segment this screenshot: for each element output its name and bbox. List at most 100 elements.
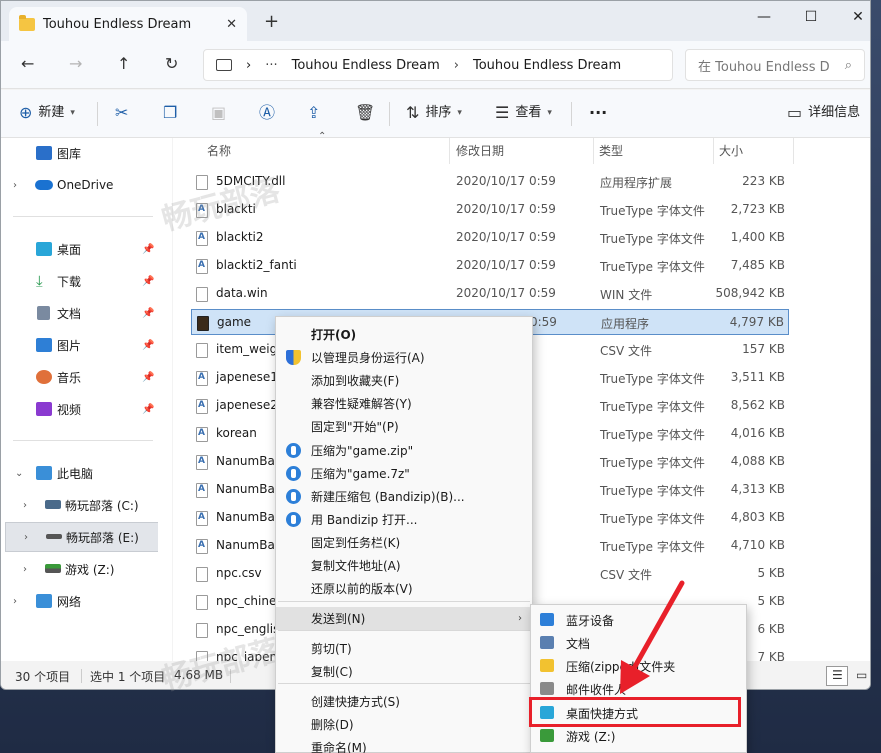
new-button[interactable]: ⊕ 新建 ▾	[19, 104, 75, 122]
sidebar-item-network[interactable]: › 网络	[1, 587, 159, 615]
context-menu-item[interactable]: 删除(D)	[276, 713, 532, 736]
copy-icon: ❐	[163, 103, 178, 122]
sidebar-item-drive-c[interactable]: › 畅玩部落 (C:)	[1, 491, 159, 519]
search-input[interactable]: 在 Touhou Endless D ⌕	[685, 49, 865, 81]
file-name: korean	[216, 426, 257, 440]
minimize-button[interactable]: —	[741, 7, 787, 27]
column-divider[interactable]	[593, 138, 594, 164]
context-menu-item[interactable]: 固定到"开始"(P)	[276, 415, 532, 438]
sidebar-item-drive-z[interactable]: › 游戏 (Z:)	[1, 555, 159, 583]
breadcrumb-item[interactable]: Touhou Endless Dream	[292, 58, 440, 73]
new-tab-button[interactable]: +	[264, 13, 279, 31]
column-header-date[interactable]: 修改日期	[456, 142, 504, 159]
context-menu-item[interactable]: 还原以前的版本(V)	[276, 577, 532, 600]
onedrive-icon	[35, 180, 53, 190]
sidebar-item-desktop[interactable]: 桌面 📌	[1, 235, 159, 263]
file-type: CSV 文件	[600, 344, 653, 358]
tiles-view-button[interactable]: ▭	[850, 666, 870, 686]
context-menu-item[interactable]: 剪切(T)	[276, 637, 532, 660]
send-to-item-label: 压缩(zipped)文件夹	[566, 660, 676, 674]
share-button[interactable]: ⇪	[307, 104, 326, 122]
context-menu-item[interactable]: 以管理员身份运行(A)	[276, 346, 532, 369]
address-overflow[interactable]: ···	[265, 58, 277, 73]
file-type: TrueType 字体文件	[600, 372, 705, 386]
sidebar-item-this-pc[interactable]: ⌄ 此电脑	[1, 459, 159, 487]
context-menu-item[interactable]: 复制(C)	[276, 660, 532, 683]
pin-icon[interactable]: 📌	[142, 372, 154, 383]
column-header-size[interactable]: 大小	[719, 142, 743, 159]
paste-button[interactable]: ▣	[211, 104, 232, 122]
context-menu-item[interactable]: 兼容性疑难解答(Y)	[276, 392, 532, 415]
breadcrumb-item[interactable]: Touhou Endless Dream	[473, 58, 621, 73]
zip-folder-icon	[540, 659, 554, 672]
send-to-item[interactable]: 压缩(zipped)文件夹	[531, 654, 746, 677]
sidebar-item-pictures[interactable]: 图片 📌	[1, 331, 159, 359]
sort-button[interactable]: ⇅ 排序 ▾	[406, 104, 462, 122]
sidebar-item-music[interactable]: 音乐 📌	[1, 363, 159, 391]
close-window-button[interactable]: ✕	[835, 7, 870, 27]
pin-icon[interactable]: 📌	[142, 276, 154, 287]
file-name: data.win	[216, 286, 268, 300]
file-icon	[196, 567, 208, 582]
context-menu-item[interactable]: 添加到收藏夹(F)	[276, 369, 532, 392]
send-to-item[interactable]: 游戏 (Z:)	[531, 724, 746, 747]
send-to-item[interactable]: 蓝牙设备	[531, 608, 746, 631]
file-size: 6 KB	[757, 622, 785, 636]
maximize-button[interactable]: ☐	[788, 7, 834, 27]
file-row[interactable]: 5DMCITY.dll 2020/10/17 0:59 应用程序扩展 223 KB	[191, 169, 789, 195]
context-menu-item[interactable]: 发送到(N) ›	[276, 607, 532, 630]
sidebar-item-drive-e[interactable]: › 畅玩部落 (E:)	[5, 522, 159, 552]
back-button[interactable]: ←	[21, 54, 34, 74]
copy-button[interactable]: ❐	[163, 104, 183, 122]
file-size: 4,803 KB	[730, 510, 785, 524]
pictures-icon	[36, 338, 52, 352]
pin-icon[interactable]: 📌	[142, 404, 154, 415]
sidebar-item-documents[interactable]: 文档 📌	[1, 299, 159, 327]
column-header-name[interactable]: 名称	[207, 142, 231, 159]
column-divider[interactable]	[449, 138, 450, 164]
column-divider[interactable]	[793, 138, 794, 164]
address-bar[interactable]: › ··· Touhou Endless Dream › Touhou Endl…	[203, 49, 673, 81]
menu-item-label: 复制(C)	[311, 665, 353, 679]
context-menu-item[interactable]: 压缩为"game.zip"	[276, 439, 532, 462]
delete-button[interactable]: 🗑	[355, 104, 381, 122]
column-header-type[interactable]: 类型	[599, 142, 623, 159]
more-button[interactable]: ···	[589, 104, 607, 122]
file-row[interactable]: blackti2 2020/10/17 0:59 TrueType 字体文件 1,40…	[191, 225, 789, 251]
context-menu-item[interactable]: 新建压缩包 (Bandizip)(B)...	[276, 485, 532, 508]
details-button[interactable]: ▭ 详细信息	[787, 104, 860, 122]
rename-icon: Ⓐ	[259, 103, 276, 122]
sidebar-item-label: 文档	[57, 306, 82, 321]
context-menu-item[interactable]: 打开(O)	[276, 323, 532, 346]
documents-icon	[37, 306, 50, 320]
context-menu-item[interactable]: 用 Bandizip 打开...	[276, 508, 532, 531]
refresh-button[interactable]: ↻	[165, 54, 178, 74]
cut-button[interactable]: ✂	[115, 104, 134, 122]
context-menu-item[interactable]: 重命名(M)	[276, 736, 532, 753]
up-button[interactable]: ↑	[117, 54, 130, 74]
sidebar-item-gallery[interactable]: 图库	[1, 139, 159, 167]
file-row[interactable]: data.win 2020/10/17 0:59 WIN 文件 508,942 KB	[191, 281, 789, 307]
forward-button[interactable]: →	[69, 54, 82, 74]
context-menu-item[interactable]: 复制文件地址(A)	[276, 554, 532, 577]
tab-close-icon[interactable]: ✕	[226, 17, 237, 32]
tab-touhou-endless-dream[interactable]: Touhou Endless Dream ✕	[9, 7, 247, 41]
rename-button[interactable]: Ⓐ	[259, 104, 281, 122]
pin-icon[interactable]: 📌	[142, 308, 154, 319]
context-menu-item[interactable]: 压缩为"game.7z"	[276, 462, 532, 485]
send-to-item[interactable]: 文档	[531, 631, 746, 654]
pin-icon[interactable]: 📌	[142, 340, 154, 351]
context-menu-item[interactable]: 创建快捷方式(S)	[276, 690, 532, 713]
context-menu-item[interactable]: 固定到任务栏(K)	[276, 531, 532, 554]
details-view-button[interactable]: ☰	[826, 666, 848, 686]
sidebar-item-downloads[interactable]: ⤓ 下载 📌	[1, 267, 159, 295]
sidebar-item-onedrive[interactable]: › OneDrive	[1, 171, 159, 199]
file-row[interactable]: blackti2_fanti 2020/10/17 0:59 TrueType 字体…	[191, 253, 789, 279]
file-name: blackti2_fanti	[216, 258, 297, 272]
view-button[interactable]: ☰ 查看 ▾	[495, 104, 552, 122]
file-name: blackti2	[216, 230, 264, 244]
sidebar-item-videos[interactable]: 视频 📌	[1, 395, 159, 423]
pin-icon[interactable]: 📌	[142, 244, 154, 255]
file-icon	[196, 343, 208, 358]
column-divider[interactable]	[713, 138, 714, 164]
